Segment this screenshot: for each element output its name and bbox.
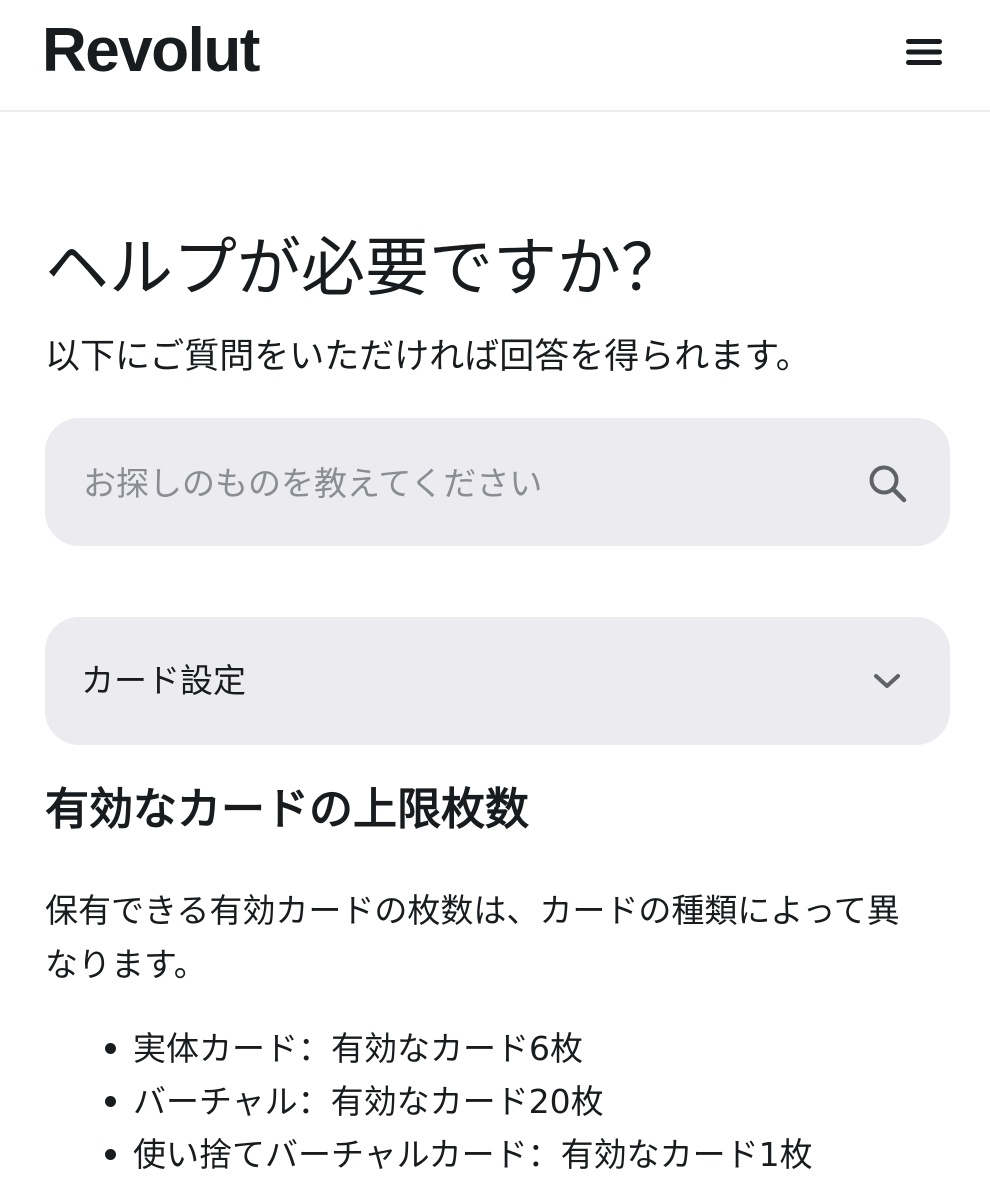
search-box[interactable] xyxy=(45,418,950,548)
list-item: 使い捨てバーチャルカード：有効なカード1枚 xyxy=(45,1128,813,1181)
bullet-icon xyxy=(105,1043,116,1054)
page-title: ヘルプが必要ですか？ xyxy=(45,232,685,306)
list-item: バーチャル：有効なカード20枚 xyxy=(45,1075,813,1128)
article-heading: 有効なカードの上限枚数 xyxy=(45,784,529,835)
bullet-icon xyxy=(105,1149,116,1160)
list-item: 実体カード：有効なカード6枚 xyxy=(45,1022,813,1075)
article-body: 保有できる有効カードの枚数は、カードの種類によって異なります。 xyxy=(45,891,900,984)
hamburger-menu-icon[interactable] xyxy=(898,30,950,74)
card-limit-list: 実体カード：有効なカード6枚 バーチャル：有効なカード20枚 使い捨てバーチャル… xyxy=(45,1022,813,1181)
list-item-text: バーチャル：有効なカード20枚 xyxy=(133,1082,604,1121)
category-select[interactable]: カード設定 xyxy=(45,617,950,745)
site-header: Revolut xyxy=(0,0,990,112)
search-input[interactable] xyxy=(81,418,845,548)
page-subtitle: 以下にご質問をいただければ回答を得られます。 xyxy=(45,337,811,377)
bullet-icon xyxy=(105,1096,116,1107)
search-icon[interactable] xyxy=(867,463,909,505)
chevron-down-icon xyxy=(871,669,903,693)
list-item-text: 実体カード：有効なカード6枚 xyxy=(133,1029,583,1068)
revolut-logo[interactable]: Revolut xyxy=(42,14,260,88)
list-item-text: 使い捨てバーチャルカード：有効なカード1枚 xyxy=(133,1135,813,1174)
category-select-value: カード設定 xyxy=(81,661,246,700)
